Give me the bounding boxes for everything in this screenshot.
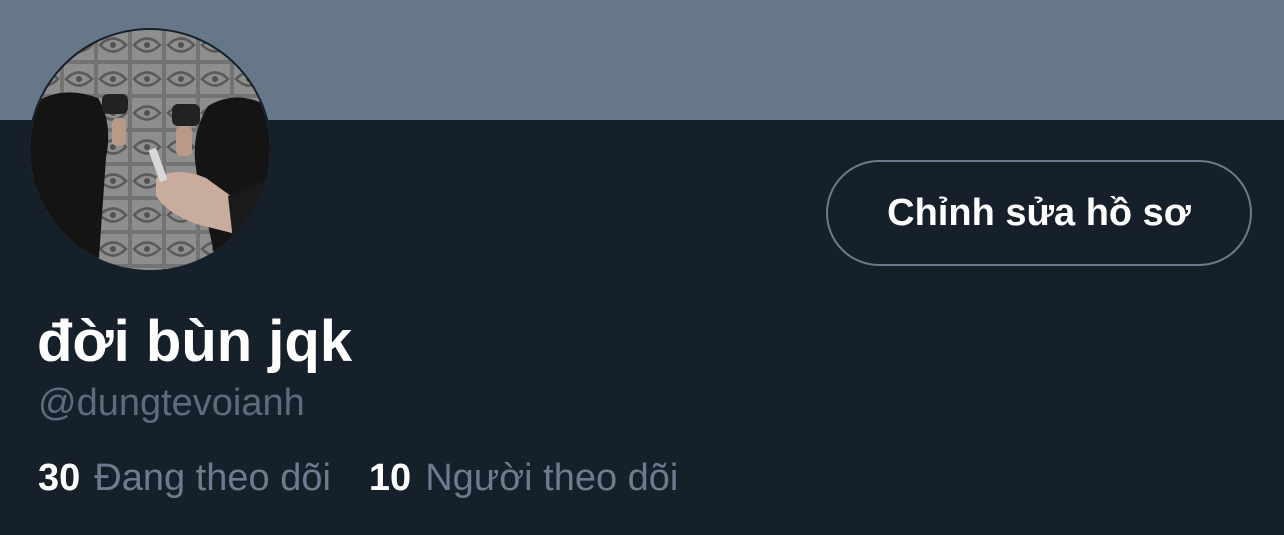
following-count: 30 (38, 457, 81, 499)
avatar-photo (30, 30, 270, 270)
followers-count: 10 (368, 457, 412, 499)
edit-profile-button[interactable]: Chỉnh sửa hồ sơ (826, 160, 1252, 266)
following-label: Đang theo dõi (94, 457, 331, 499)
profile-handle: @dungtevoianh (38, 382, 305, 424)
following-link[interactable]: 30 Đang theo dõi (38, 455, 331, 501)
profile-stats: 30 Đang theo dõi 10 Người theo dõi (38, 455, 678, 501)
profile-avatar[interactable] (28, 28, 272, 272)
followers-link[interactable]: 10 Người theo dõi (369, 455, 678, 501)
profile-display-name: đời bùn jqk (37, 309, 353, 374)
followers-label: Người theo dõi (425, 457, 679, 499)
